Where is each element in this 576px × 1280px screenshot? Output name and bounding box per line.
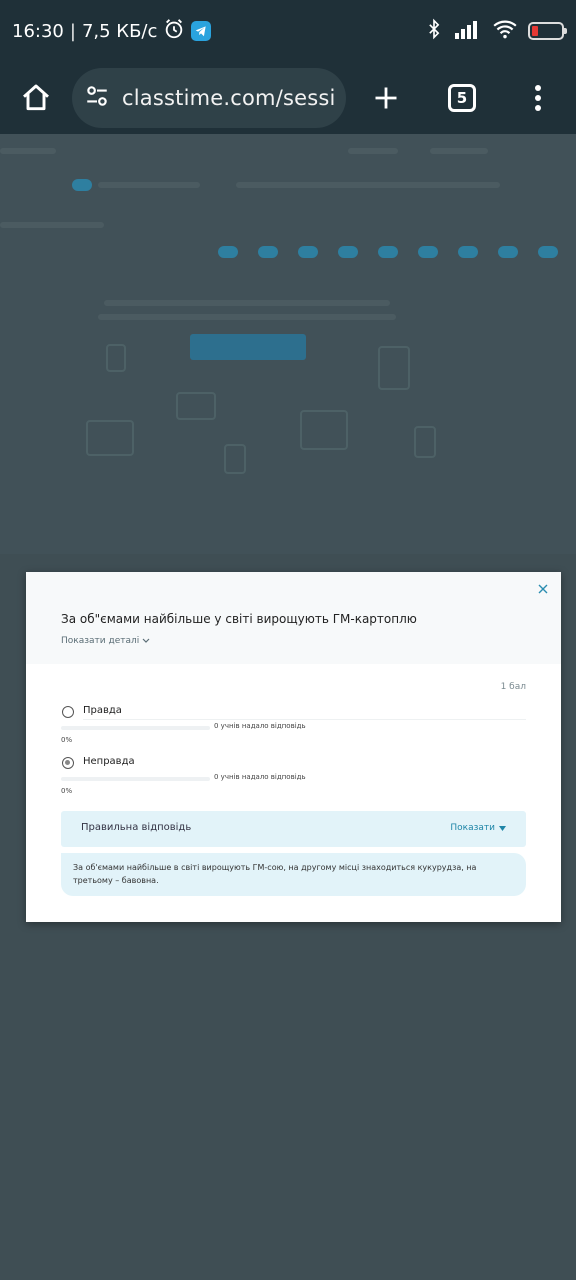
bg-illustration — [300, 410, 348, 450]
bg-toggle — [538, 246, 558, 258]
bg-illustration — [378, 346, 410, 390]
bg-toggle — [378, 246, 398, 258]
network-speed: 7,5 КБ/с — [81, 20, 158, 42]
url-text: classtime.com/sessio — [122, 86, 334, 110]
bg-toggle — [298, 246, 318, 258]
bg-text-line — [98, 314, 396, 320]
option-radio[interactable] — [62, 706, 74, 718]
show-answer-button[interactable]: Показати — [450, 823, 506, 833]
question-results-modal: За об"ємами найбільше у світі вирощують … — [26, 572, 561, 922]
home-button[interactable] — [0, 62, 72, 134]
show-details-toggle[interactable]: Показати деталі — [61, 636, 150, 646]
show-details-label: Показати деталі — [61, 636, 140, 646]
answer-option: Неправда 0 учнів надало відповідь 0% — [61, 756, 526, 797]
bg-text-line — [104, 300, 390, 306]
show-answer-label: Показати — [450, 823, 495, 833]
bluetooth-icon — [424, 18, 444, 44]
answer-explanation: За об'ємами найбільше в світі вирощують … — [61, 853, 526, 896]
bg-illustration — [176, 392, 216, 420]
bg-text-line — [236, 182, 500, 188]
close-icon — [538, 584, 548, 594]
dimmed-session-page — [0, 134, 576, 554]
option-divider — [83, 719, 526, 720]
bg-text-line — [98, 182, 200, 188]
battery-icon — [528, 22, 567, 40]
points-label: 1 бал — [500, 682, 526, 692]
bg-illustration — [86, 420, 134, 456]
bg-illustration — [224, 444, 246, 474]
caret-down-icon — [499, 825, 506, 831]
option-radio[interactable] — [62, 757, 74, 769]
wifi-icon — [492, 18, 518, 44]
response-percent: 0% — [61, 787, 73, 795]
address-bar[interactable]: classtime.com/sessio — [72, 68, 346, 128]
bg-toggle — [498, 246, 518, 258]
telegram-icon — [191, 21, 212, 41]
modal-header: За об"ємами найбільше у світі вирощують … — [26, 572, 561, 664]
site-settings-icon[interactable] — [84, 83, 110, 113]
response-count: 0 учнів надало відповідь — [214, 722, 306, 730]
tab-switcher-button[interactable]: 5 — [424, 62, 500, 134]
new-tab-button[interactable] — [348, 62, 424, 134]
status-time: 16:30 — [12, 20, 64, 42]
answer-option: Правда 0 учнів надало відповідь 0% — [61, 705, 526, 746]
bg-text-line — [0, 222, 104, 228]
browser-toolbar: classtime.com/sessio 5 — [0, 62, 576, 134]
response-bar — [61, 726, 210, 730]
option-label: Неправда — [83, 756, 135, 767]
response-bar — [61, 777, 210, 781]
alarm-icon — [163, 18, 185, 45]
chevron-down-icon — [142, 638, 150, 643]
signal-icon — [454, 19, 482, 43]
option-label: Правда — [83, 705, 122, 716]
plus-icon — [375, 87, 397, 109]
bg-illustration — [414, 426, 436, 458]
response-count: 0 учнів надало відповідь — [214, 773, 306, 781]
bg-toggle — [458, 246, 478, 258]
bg-toggle — [338, 246, 358, 258]
home-icon — [23, 84, 49, 111]
bg-toggle — [258, 246, 278, 258]
bg-text-line — [348, 148, 398, 154]
close-button[interactable] — [535, 581, 551, 597]
status-bar: 16:30 | 7,5 КБ/с — [0, 0, 576, 62]
tab-count: 5 — [448, 84, 476, 112]
response-percent: 0% — [61, 736, 73, 744]
more-vert-icon — [535, 85, 541, 111]
bg-text-line — [430, 148, 488, 154]
question-title: За об"ємами найбільше у світі вирощують … — [61, 612, 417, 626]
browser-menu-button[interactable] — [500, 62, 576, 134]
bg-button — [190, 334, 306, 360]
bg-toggle — [218, 246, 238, 258]
correct-answer-label: Правильна відповідь — [81, 822, 192, 833]
bg-toggle — [72, 179, 92, 191]
correct-answer-row[interactable]: Правильна відповідь Показати — [61, 811, 526, 847]
bg-toggle — [418, 246, 438, 258]
bg-illustration — [106, 344, 126, 372]
bg-text-line — [0, 148, 56, 154]
